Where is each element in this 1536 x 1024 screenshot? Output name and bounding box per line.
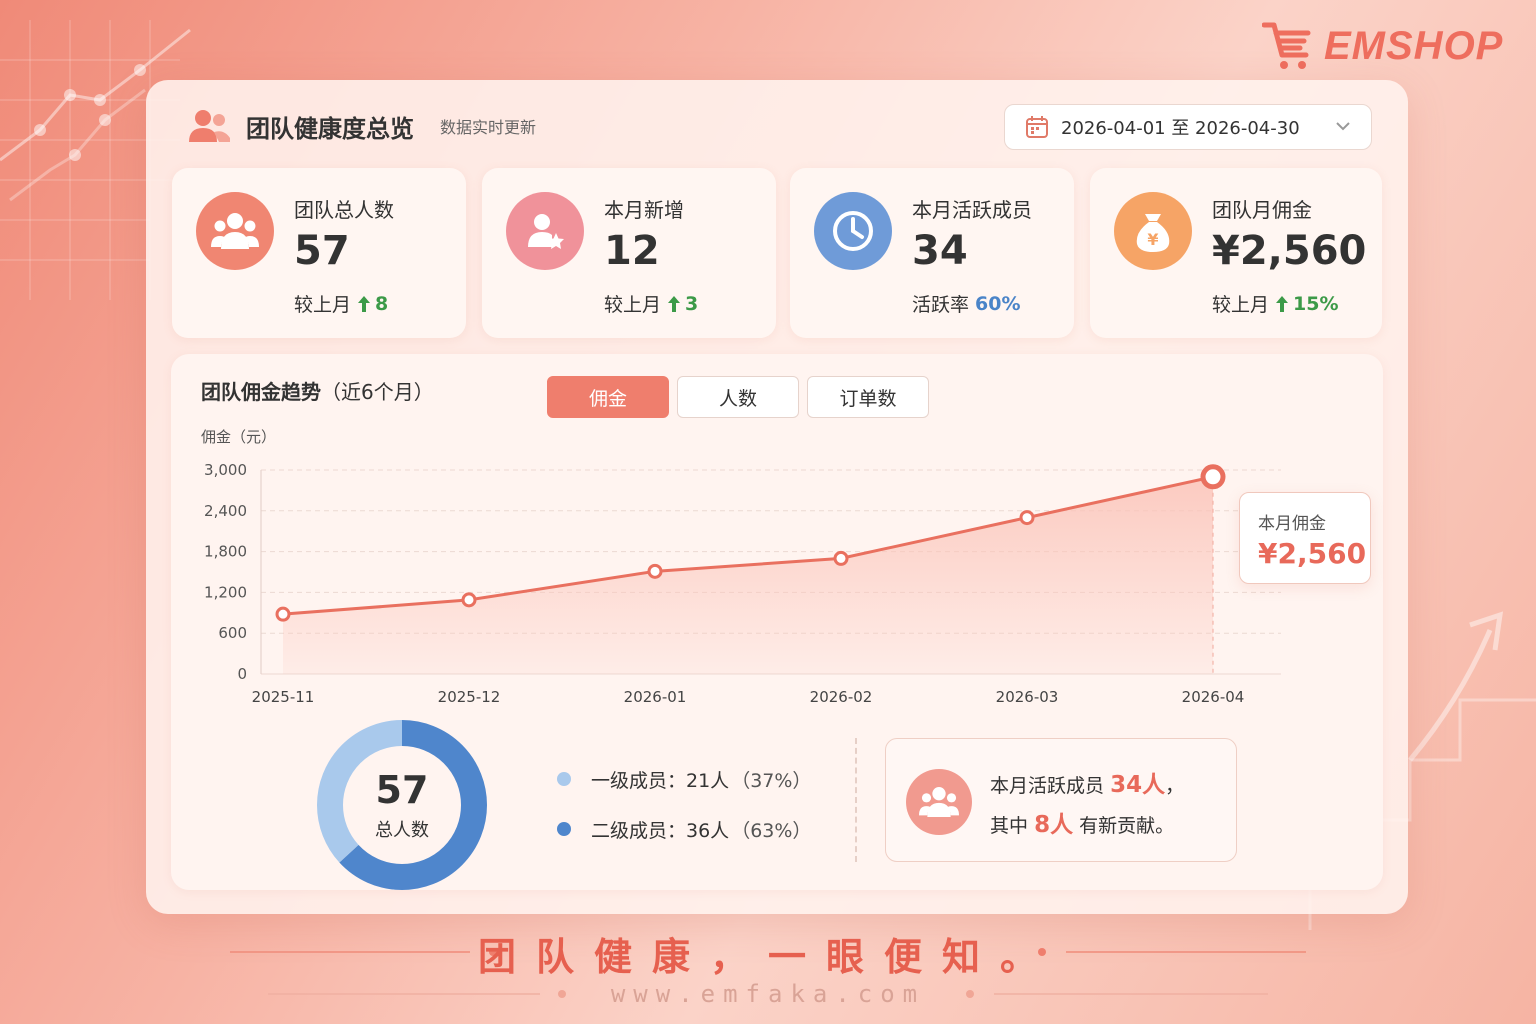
compare-label: 较上月 <box>604 294 662 316</box>
footer-slogan: 团队健康，一眼便知。 <box>477 935 1058 979</box>
member-legend: 一级成员：21人 （37%） 二级成员：36人 （63%） <box>557 766 811 866</box>
stat-compare: 较上月 8 <box>294 290 388 317</box>
stat-label: 本月活跃成员 <box>912 198 1032 222</box>
tooltip-label: 本月佣金 <box>1258 514 1326 534</box>
arrow-up-icon <box>1276 295 1289 312</box>
summary-text: 其中 <box>990 815 1029 837</box>
compare-label: 活跃率 <box>912 294 970 316</box>
summary-highlight: 34人 <box>1110 772 1166 798</box>
legend-text: 二级成员：36人 <box>591 819 730 842</box>
change-value: 8 <box>375 292 389 315</box>
brand-logo: EMSHOP <box>1262 18 1503 74</box>
legend-dot <box>557 822 571 836</box>
summary-text: ， <box>1165 775 1185 797</box>
page-subtitle: 数据实时更新 <box>440 118 537 137</box>
clock-icon <box>814 192 892 270</box>
data-point <box>647 563 663 579</box>
footer-url[interactable]: www.emfaka.com <box>0 980 1536 1008</box>
donut-total: 57 <box>375 768 429 812</box>
stat-label: 团队月佣金 <box>1212 198 1312 222</box>
summary-line-1: 本月活跃成员 34人， <box>990 765 1184 799</box>
change-value: 15% <box>1293 292 1339 315</box>
stat-change: 8 <box>357 293 388 315</box>
section-divider <box>855 738 857 862</box>
user-star-icon <box>506 192 584 270</box>
data-point <box>1019 510 1035 526</box>
stat-card-new-members: 本月新增 12 较上月 3 <box>482 168 776 338</box>
stat-value: 57 <box>294 228 350 274</box>
legend-pct: （63%） <box>731 819 812 842</box>
summary-line-2: 其中 8人 有新贡献。 <box>990 805 1174 839</box>
data-point <box>833 550 849 566</box>
x-tick-label: 2026-02 <box>810 688 873 706</box>
brand-name: EMSHOP <box>1324 23 1504 68</box>
x-tick-label: 2026-03 <box>996 688 1059 706</box>
arrow-up-icon <box>668 295 681 312</box>
commission-trend-card: 团队佣金趋势（近6个月） 佣金 人数 订单数 佣金（元） 0 600 1,200 1,… <box>171 354 1383 890</box>
dashboard-panel: 团队健康度总览 数据实时更新 2026-04-01 至 2026-04-30 团… <box>146 80 1408 914</box>
legend-pct: （37%） <box>731 769 812 792</box>
commission-trend-chart: 0 600 1,200 1,800 2,400 3,000 2025-11 2025-12 20… <box>204 461 1281 706</box>
donut-label: 总人数 <box>375 820 429 841</box>
arrow-up-icon <box>358 295 371 312</box>
stat-label: 团队总人数 <box>294 198 394 222</box>
donut-center: 57 总人数 <box>317 720 487 890</box>
stat-value: ¥2,560 <box>1212 228 1367 274</box>
calendar-icon <box>1026 116 1048 138</box>
y-tick-label: 3,000 <box>204 461 247 479</box>
legend-item: 一级成员：21人 （37%） <box>557 766 811 792</box>
x-tick-label: 2025-11 <box>252 688 315 706</box>
date-range-picker[interactable]: 2026-04-01 至 2026-04-30 <box>1004 104 1372 150</box>
x-tick-label: 2025-12 <box>438 688 501 706</box>
compare-label: 较上月 <box>294 294 352 316</box>
stat-value: 12 <box>604 228 660 274</box>
stat-compare: 活跃率 60% <box>912 290 1021 317</box>
change-value: 3 <box>685 292 699 315</box>
svg-text:¥: ¥ <box>1147 230 1158 249</box>
data-point <box>461 592 477 608</box>
x-tick-label: 2026-01 <box>624 688 687 706</box>
summary-text: 本月活跃成员 <box>990 775 1105 797</box>
stat-card-active-members: 本月活跃成员 34 活跃率 60% <box>790 168 1074 338</box>
stat-value: 34 <box>912 228 968 274</box>
date-range-text: 2026-04-01 至 2026-04-30 <box>1061 118 1300 139</box>
team-icon <box>196 192 274 270</box>
page-title: 团队健康度总览 <box>246 114 414 143</box>
stat-card-total-members: 团队总人数 57 较上月 8 <box>172 168 466 338</box>
tooltip-value: ¥2,560 <box>1258 537 1367 570</box>
data-point <box>275 606 291 622</box>
active-summary-box: 本月活跃成员 34人， 其中 8人 有新贡献。 <box>885 738 1237 862</box>
active-rate-value: 60% <box>975 292 1021 315</box>
y-tick-label: 1,200 <box>204 583 247 601</box>
y-tick-label: 0 <box>237 665 247 683</box>
stat-label: 本月新增 <box>604 198 684 222</box>
data-point <box>1200 464 1226 490</box>
chevron-down-icon <box>1336 122 1350 131</box>
team-icon <box>189 110 230 142</box>
y-tick-label: 1,800 <box>204 543 247 561</box>
legend-text: 一级成员：21人 <box>591 769 730 792</box>
team-icon <box>906 769 972 835</box>
x-tick-label: 2026-04 <box>1182 688 1245 706</box>
stat-compare: 较上月 15% <box>1212 290 1339 317</box>
panel-header: 团队健康度总览 数据实时更新 <box>186 106 536 146</box>
summary-text: 有新贡献。 <box>1079 815 1175 837</box>
compare-label: 较上月 <box>1212 294 1270 316</box>
stat-compare: 较上月 3 <box>604 290 698 317</box>
stat-change: 3 <box>667 293 698 315</box>
y-tick-label: 2,400 <box>204 502 247 520</box>
money-bag-icon: ¥ <box>1114 192 1192 270</box>
legend-dot <box>557 772 571 786</box>
stat-change: 15% <box>1275 292 1339 315</box>
stat-card-monthly-commission: ¥ 团队月佣金 ¥2,560 较上月 15% <box>1090 168 1382 338</box>
legend-item: 二级成员：36人 （63%） <box>557 816 811 842</box>
summary-highlight: 8人 <box>1034 812 1074 838</box>
cart-icon <box>1262 22 1311 69</box>
chart-tooltip: 本月佣金 ¥2,560 <box>1239 492 1371 584</box>
y-tick-label: 600 <box>218 624 247 642</box>
